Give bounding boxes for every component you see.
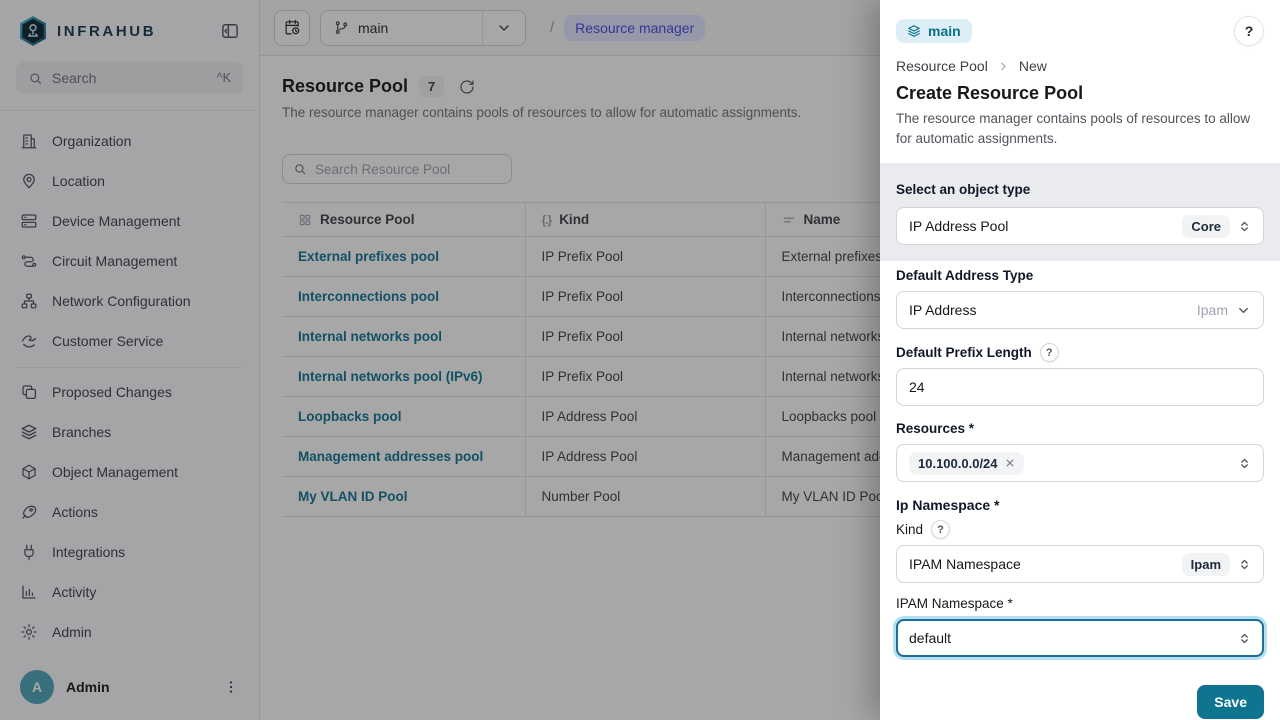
kind-value: IPAM Namespace: [909, 556, 1174, 572]
help-button[interactable]: ?: [1234, 16, 1264, 46]
drawer-breadcrumb: Resource Pool New: [896, 58, 1264, 74]
resource-chip: 10.100.0.0/24: [909, 452, 1024, 475]
kind-label: Kind: [896, 521, 923, 539]
resources-label: Resources *: [896, 420, 1264, 438]
help-tooltip-icon[interactable]: ?: [931, 520, 950, 539]
ipam-badge: Ipam: [1182, 553, 1230, 576]
create-resource-pool-drawer: main ? Resource Pool New Create Resource…: [880, 0, 1280, 720]
prefix-length-input[interactable]: [896, 368, 1264, 406]
drawer-footer: Save: [880, 671, 1280, 720]
caret-updown-icon: [1238, 558, 1251, 571]
resources-multiselect[interactable]: 10.100.0.0/24: [896, 444, 1264, 482]
address-type-value: IP Address: [909, 302, 1189, 318]
remove-chip-icon[interactable]: [1005, 458, 1015, 468]
drawer-description: The resource manager contains pools of r…: [896, 109, 1264, 149]
help-tooltip-icon[interactable]: ?: [1040, 343, 1059, 362]
drawer-title: Create Resource Pool: [896, 83, 1264, 104]
caret-updown-icon: [1238, 457, 1251, 470]
ipam-namespace-label: IPAM Namespace *: [896, 595, 1264, 613]
ipam-hint: Ipam: [1197, 302, 1228, 318]
object-type-value: IP Address Pool: [909, 218, 1174, 234]
object-type-section: Select an object type IP Address Pool Co…: [880, 163, 1280, 261]
layers-icon: [907, 24, 921, 38]
app-root: INFRAHUB Search ^K OrganizationLocationD…: [0, 0, 1280, 720]
save-button[interactable]: Save: [1197, 685, 1264, 719]
drawer-form: Default Address Type IP Address Ipam Def…: [880, 261, 1280, 671]
drawer-branch-name: main: [928, 23, 961, 39]
chevron-right-icon: [997, 60, 1010, 73]
ip-namespace-group-label: Ip Namespace *: [896, 496, 1264, 514]
kind-select[interactable]: IPAM Namespace Ipam: [896, 545, 1264, 583]
breadcrumb-item[interactable]: Resource Pool: [896, 58, 988, 74]
core-badge: Core: [1182, 215, 1230, 238]
ipam-namespace-select[interactable]: default: [896, 619, 1264, 657]
breadcrumb-item: New: [1019, 58, 1047, 74]
address-type-select[interactable]: IP Address Ipam: [896, 291, 1264, 329]
caret-updown-icon: [1238, 632, 1251, 645]
chevron-down-icon: [1236, 303, 1251, 318]
drawer-branch-badge: main: [896, 19, 972, 43]
prefix-length-label: Default Prefix Length: [896, 344, 1032, 362]
ipam-namespace-value: default: [909, 630, 1230, 646]
object-type-select[interactable]: IP Address Pool Core: [896, 207, 1264, 245]
address-type-label: Default Address Type: [896, 267, 1264, 285]
resource-chip-value: 10.100.0.0/24: [918, 456, 998, 471]
object-type-label: Select an object type: [896, 181, 1264, 199]
caret-updown-icon: [1238, 220, 1251, 233]
